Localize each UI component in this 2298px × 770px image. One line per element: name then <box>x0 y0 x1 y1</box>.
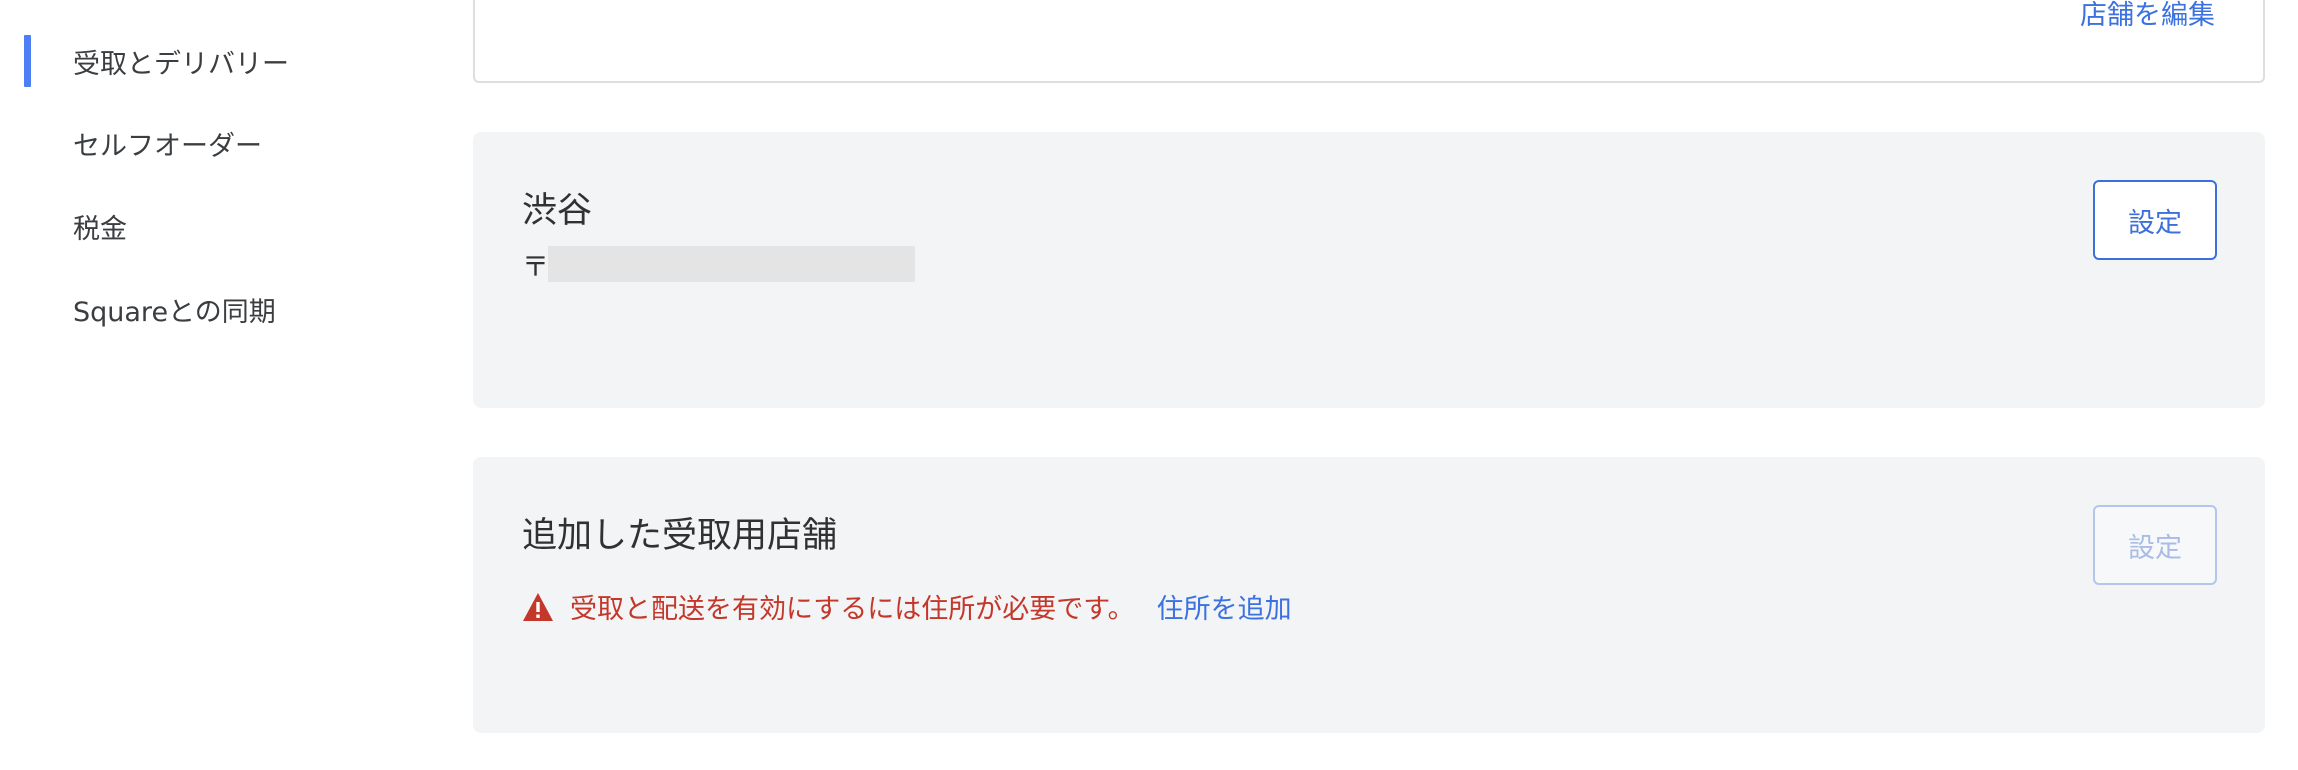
sidebar-item-square-sync[interactable]: Squareとの同期 <box>24 283 404 335</box>
sidebar-nav: 受取とデリバリー セルフオーダー 税金 Squareとの同期 <box>0 0 420 770</box>
pickup-stores-title: 追加した受取用店舗 <box>522 516 838 556</box>
add-address-link[interactable]: 住所を追加 <box>1157 587 1292 626</box>
warning-triangle-icon <box>522 592 554 622</box>
sidebar-item-pickup-delivery[interactable]: 受取とデリバリー <box>24 35 404 87</box>
postal-mark: 〒 <box>522 251 549 283</box>
warning-text: 受取と配送を有効にするには住所が必要です。 <box>570 594 1135 625</box>
store-card: 店舗を編集 <box>473 0 2265 83</box>
redacted-address <box>548 246 915 282</box>
pickup-stores-card: 追加した受取用店舗 受取と配送を有効にするには住所が必要です。 住所を追加 設定 <box>473 457 2265 733</box>
location-card: 渋谷 〒 設定 <box>473 132 2265 408</box>
sidebar-item-self-order[interactable]: セルフオーダー <box>24 117 404 169</box>
location-settings-button[interactable]: 設定 <box>2093 180 2217 260</box>
location-title: 渋谷 <box>522 191 593 231</box>
page: 受取とデリバリー セルフオーダー 税金 Squareとの同期 店舗を編集 渋谷 … <box>0 0 2298 770</box>
sidebar-item-label: セルフオーダー <box>73 130 262 162</box>
postal-address: 〒 <box>522 246 915 283</box>
pickup-settings-button: 設定 <box>2093 505 2217 585</box>
sidebar-item-taxes[interactable]: 税金 <box>24 200 404 252</box>
sidebar-item-label: 受取とデリバリー <box>73 48 289 80</box>
sidebar-item-label: Squareとの同期 <box>73 296 276 328</box>
edit-store-link[interactable]: 店舗を編集 <box>2080 2 2215 29</box>
sidebar-item-label: 税金 <box>73 213 127 245</box>
address-warning: 受取と配送を有効にするには住所が必要です。 住所を追加 <box>522 587 1292 626</box>
